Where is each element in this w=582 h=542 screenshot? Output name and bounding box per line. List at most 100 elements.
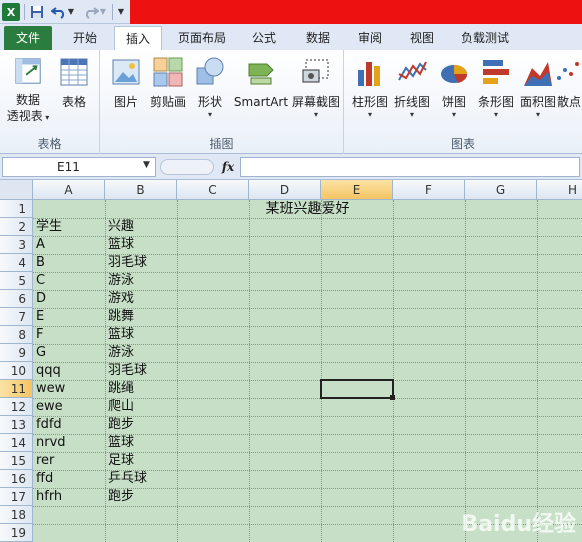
tab-load-test[interactable]: 负载测试 — [452, 26, 518, 50]
row-header-18[interactable]: 18 — [0, 506, 33, 524]
column-chart-button[interactable]: 柱形图 ▾ — [348, 54, 392, 124]
column-header-h[interactable]: H — [537, 180, 582, 200]
customize-toolbar-icon[interactable]: ▼ — [114, 3, 128, 21]
active-cell-selection[interactable] — [320, 379, 394, 399]
row-header-3[interactable]: 3 — [0, 236, 33, 254]
line-chart-button[interactable]: 折线图 ▾ — [390, 54, 434, 124]
cell-b8[interactable]: 篮球 — [105, 326, 177, 344]
cell-b5[interactable]: 游泳 — [105, 272, 177, 290]
area-chart-button[interactable]: 面积图 ▾ — [516, 54, 560, 124]
cell-a15[interactable]: rer — [33, 452, 105, 470]
dropdown-arrow-icon: ▾ — [367, 110, 372, 119]
formula-bar-resize-handle[interactable] — [160, 159, 214, 175]
row-header-19[interactable]: 19 — [0, 524, 33, 542]
row-header-1[interactable]: 1 — [0, 200, 33, 218]
tab-file[interactable]: 文件 — [4, 26, 52, 50]
cell-a10[interactable]: qqq — [33, 362, 105, 380]
tab-page-layout[interactable]: 页面布局 — [170, 26, 234, 50]
row-header-2[interactable]: 2 — [0, 218, 33, 236]
excel-logo-icon[interactable]: X — [2, 3, 20, 21]
row-header-8[interactable]: 8 — [0, 326, 33, 344]
cell-b9[interactable]: 游泳 — [105, 344, 177, 362]
cell-b12[interactable]: 爬山 — [105, 398, 177, 416]
row-header-5[interactable]: 5 — [0, 272, 33, 290]
row-header-17[interactable]: 17 — [0, 488, 33, 506]
tab-insert[interactable]: 插入 — [114, 26, 162, 50]
row-header-7[interactable]: 7 — [0, 308, 33, 326]
cell-b4[interactable]: 羽毛球 — [105, 254, 177, 272]
cell-b7[interactable]: 跳舞 — [105, 308, 177, 326]
column-header-d[interactable]: D — [249, 180, 321, 200]
insert-function-icon[interactable]: fx — [218, 157, 238, 177]
picture-button[interactable]: 图片 — [104, 54, 148, 124]
cell-a14[interactable]: nrvd — [33, 434, 105, 452]
select-all-corner[interactable] — [0, 180, 33, 200]
column-header-b[interactable]: B — [105, 180, 177, 200]
cell-a17[interactable]: hfrh — [33, 488, 105, 506]
cell-a5[interactable]: C — [33, 272, 105, 290]
cell-b14[interactable]: 篮球 — [105, 434, 177, 452]
bar-chart-button[interactable]: 条形图 ▾ — [474, 54, 518, 124]
column-header-f[interactable]: F — [393, 180, 465, 200]
pie-chart-label: 饼图 — [441, 95, 466, 109]
save-icon[interactable] — [28, 3, 46, 21]
cell-b13[interactable]: 跑步 — [105, 416, 177, 434]
name-box[interactable]: E11 — [2, 157, 156, 177]
cell-a16[interactable]: ffd — [33, 470, 105, 488]
pivot-table-icon — [15, 58, 41, 84]
column-header-e[interactable]: E — [321, 180, 393, 200]
table-button[interactable]: 表格 — [52, 54, 96, 124]
row-header-16[interactable]: 16 — [0, 470, 33, 488]
cell-b10[interactable]: 羽毛球 — [105, 362, 177, 380]
cell-a4[interactable]: B — [33, 254, 105, 272]
tab-home[interactable]: 开始 — [60, 26, 110, 50]
row-header-10[interactable]: 10 — [0, 362, 33, 380]
row-header-4[interactable]: 4 — [0, 254, 33, 272]
screenshot-button[interactable]: 屏幕截图 ▾ — [290, 54, 342, 124]
row-header-15[interactable]: 15 — [0, 452, 33, 470]
cell-a3[interactable]: A — [33, 236, 105, 254]
cell-b16[interactable]: 乒乓球 — [105, 470, 177, 488]
row-header-9[interactable]: 9 — [0, 344, 33, 362]
worksheet-grid[interactable]: ABCDEFGH 1 2 3 4 5 6 7 8 9 10 11 12 13 14 15 16 17 18 19 学… — [0, 180, 582, 542]
pivot-table-label-2: 透视表 ▾ — [6, 109, 50, 123]
cell-a11[interactable]: wew — [33, 380, 105, 398]
row-header-11[interactable]: 11 — [0, 380, 33, 398]
cell-a12[interactable]: ewe — [33, 398, 105, 416]
column-header-a[interactable]: A — [33, 180, 105, 200]
cell-b2[interactable]: 兴趣 — [105, 218, 177, 236]
redo-dropdown-icon[interactable]: ▼ — [98, 3, 108, 21]
shapes-button[interactable]: 形状 ▾ — [188, 54, 232, 124]
tab-formulas[interactable]: 公式 — [240, 26, 288, 50]
column-header-g[interactable]: G — [465, 180, 537, 200]
column-header-c[interactable]: C — [177, 180, 249, 200]
row-header-6[interactable]: 6 — [0, 290, 33, 308]
smartart-button[interactable]: SmartArt — [232, 54, 290, 124]
sheet-title-cell[interactable]: 某班兴趣爱好 — [33, 200, 582, 218]
fill-handle[interactable] — [390, 395, 395, 400]
pie-chart-button[interactable]: 饼图 ▾ — [434, 54, 474, 124]
row-header-12[interactable]: 12 — [0, 398, 33, 416]
cell-b3[interactable]: 篮球 — [105, 236, 177, 254]
undo-dropdown-icon[interactable]: ▼ — [66, 3, 76, 21]
cell-b17[interactable]: 跑步 — [105, 488, 177, 506]
clipart-button[interactable]: 剪贴画 — [146, 54, 190, 124]
row-header-13[interactable]: 13 — [0, 416, 33, 434]
name-box-dropdown-icon[interactable]: ▼ — [143, 160, 150, 170]
cell-a7[interactable]: E — [33, 308, 105, 326]
cell-a9[interactable]: G — [33, 344, 105, 362]
tab-data[interactable]: 数据 — [294, 26, 342, 50]
cell-a2[interactable]: 学生 — [33, 218, 105, 236]
tab-review[interactable]: 审阅 — [346, 26, 394, 50]
cell-a6[interactable]: D — [33, 290, 105, 308]
scatter-chart-button[interactable]: 散点 — [556, 54, 582, 124]
formula-input[interactable] — [240, 157, 580, 177]
cell-b15[interactable]: 足球 — [105, 452, 177, 470]
cell-a13[interactable]: fdfd — [33, 416, 105, 434]
tab-view[interactable]: 视图 — [398, 26, 446, 50]
row-header-14[interactable]: 14 — [0, 434, 33, 452]
cell-a8[interactable]: F — [33, 326, 105, 344]
cell-b11[interactable]: 跳绳 — [105, 380, 177, 398]
pivot-table-button[interactable]: 数据 透视表 ▾ — [6, 54, 50, 124]
cell-b6[interactable]: 游戏 — [105, 290, 177, 308]
